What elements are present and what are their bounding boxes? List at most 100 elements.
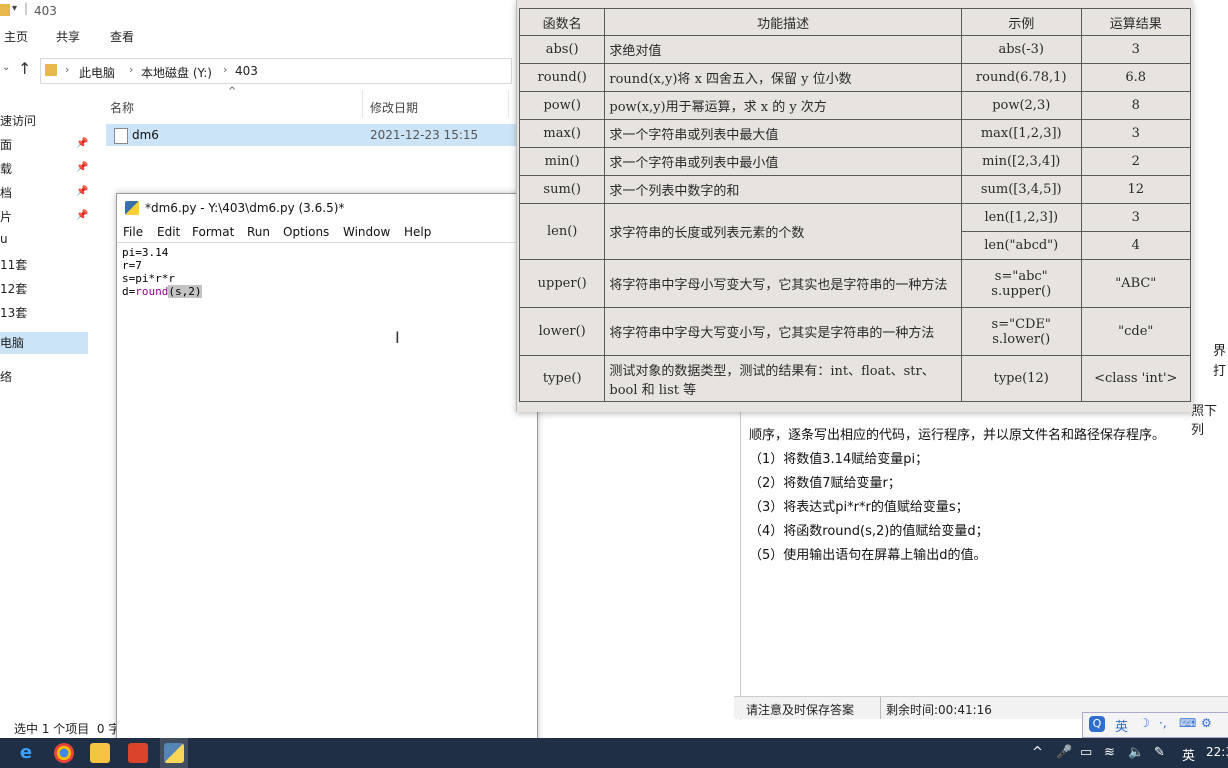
address-bar[interactable]: › 此电脑 › 本地磁盘 (Y:) › 403: [40, 58, 512, 84]
function-result: 6.8: [1080, 63, 1191, 92]
table-row: abs() 求绝对值 abs(-3) 3: [518, 35, 1191, 64]
ime-toolbar[interactable]: Q 英 ☽ ·, ⌨ ⚙: [1082, 712, 1228, 738]
function-example: s="abc" s.upper(): [960, 259, 1082, 308]
window-title: 403: [34, 4, 57, 18]
microphone-icon[interactable]: 🎤: [1056, 745, 1072, 760]
function-name: len(): [518, 203, 606, 260]
punctuation-icon[interactable]: ·,: [1159, 716, 1167, 730]
function-desc: 将字符串中字母小写变大写，它其实也是字符串的一种方法: [604, 259, 962, 308]
function-desc: 求字符串的长度或列表元素的个数: [604, 203, 962, 260]
table-row: min() 求一个字符串或列表中最小值 min([2,3,4]) 2: [518, 147, 1191, 176]
function-desc: pow(x,y)用于幂运算，求 x 的 y 次方: [604, 91, 962, 120]
nav-item[interactable]: 12套: [0, 280, 27, 297]
builtin-keyword: round: [135, 285, 169, 298]
quick-access-dropdown-icon[interactable]: ▾: [12, 3, 17, 14]
nav-item[interactable]: 载: [0, 160, 12, 177]
function-example: round(6.78,1): [960, 63, 1082, 92]
nav-item[interactable]: 络: [0, 368, 12, 385]
chrome-icon[interactable]: [54, 743, 74, 763]
table-row: upper() 将字符串中字母小写变大写，它其实也是字符串的一种方法 s="ab…: [518, 259, 1191, 308]
question-step: （5）使用输出语句在屏幕上输出d的值。: [749, 548, 987, 563]
menu-edit[interactable]: Edit: [157, 225, 180, 239]
clock[interactable]: 22:3: [1206, 745, 1228, 759]
code-editor[interactable]: pi=3.14 r=7 s=pi*r*r d=round(s,2): [122, 246, 202, 298]
nav-item[interactable]: 面: [0, 136, 12, 153]
function-example: pow(2,3): [960, 91, 1082, 120]
file-row[interactable]: dm6 2021-12-23 15:15: [106, 124, 516, 146]
tab-home[interactable]: 主页: [4, 28, 28, 45]
table-header: 功能描述: [604, 8, 962, 36]
menu-options[interactable]: Options: [283, 225, 329, 239]
reference-table-image: 函数名 功能描述 示例 运算结果 abs() 求绝对值 abs(-3) 3 ro…: [516, 0, 1193, 412]
column-date-header[interactable]: 修改日期: [370, 99, 418, 116]
idle-menubar: File Edit Format Run Options Window Help: [117, 222, 537, 243]
function-name: abs(): [518, 35, 606, 64]
function-result: 2: [1080, 147, 1191, 176]
app-icon[interactable]: [90, 743, 110, 763]
app-icon[interactable]: [128, 743, 148, 763]
table-row: round() round(x,y)将 x 四舍五入，保留 y 位小数 roun…: [518, 63, 1191, 92]
column-header-row: ^ 名称 修改日期: [106, 86, 526, 120]
chevron-up-icon[interactable]: ^: [1032, 745, 1043, 760]
breadcrumb-this-pc[interactable]: 此电脑: [79, 64, 115, 81]
nav-item[interactable]: 13套: [0, 304, 27, 321]
half-width-icon[interactable]: ☽: [1139, 716, 1150, 730]
code-line: pi=3.14: [122, 246, 169, 259]
example-line: s.upper(): [991, 283, 1052, 299]
tab-view[interactable]: 查看: [110, 28, 134, 45]
file-date: 2021-12-23 15:15: [370, 128, 479, 142]
menu-window[interactable]: Window: [343, 225, 390, 239]
table-header: 示例: [960, 8, 1082, 36]
volume-icon[interactable]: 🔈: [1128, 745, 1144, 760]
function-result: 3: [1080, 203, 1191, 232]
breadcrumb-folder[interactable]: 403: [235, 64, 258, 78]
status-text: 选中 1 个项目 0 字: [14, 722, 121, 736]
example-line: s="CDE": [991, 316, 1051, 332]
menu-file[interactable]: File: [123, 225, 143, 239]
settings-icon[interactable]: ⚙: [1201, 716, 1212, 730]
nav-item[interactable]: 速访问: [0, 112, 36, 129]
function-result: "ABC": [1080, 259, 1191, 308]
chevron-right-icon: ›: [65, 63, 70, 76]
nav-item[interactable]: 片: [0, 208, 12, 225]
nav-item[interactable]: 档: [0, 184, 12, 201]
tab-share[interactable]: 共享: [56, 28, 80, 45]
function-desc: 求一个字符串或列表中最大值: [604, 119, 962, 148]
function-desc: round(x,y)将 x 四舍五入，保留 y 位小数: [604, 63, 962, 92]
table-row: sum() 求一个列表中数字的和 sum([3,4,5]) 12: [518, 175, 1191, 204]
menu-run[interactable]: Run: [247, 225, 270, 239]
code-line: r=7: [122, 259, 142, 272]
keyboard-icon[interactable]: ⌨: [1179, 716, 1196, 730]
menu-format[interactable]: Format: [192, 225, 234, 239]
pin-icon: 📌: [76, 138, 89, 149]
table-row: max() 求一个字符串或列表中最大值 max([1,2,3]) 3: [518, 119, 1191, 148]
battery-icon[interactable]: ▭: [1080, 745, 1092, 760]
input-language[interactable]: 英: [1182, 745, 1195, 764]
function-example: sum([3,4,5]): [960, 175, 1082, 204]
up-arrow-icon[interactable]: ↑: [18, 59, 31, 78]
wifi-icon[interactable]: ≋: [1104, 745, 1115, 760]
ime-mode-label[interactable]: 英: [1115, 716, 1128, 735]
side-text: 打: [1213, 364, 1227, 379]
breadcrumb-drive[interactable]: 本地磁盘 (Y:): [141, 64, 212, 81]
table-row: pow() pow(x,y)用于幂运算，求 x 的 y 次方 pow(2,3) …: [518, 91, 1191, 120]
folder-icon: [0, 4, 10, 16]
chevron-right-icon: ›: [129, 63, 134, 76]
column-name-header[interactable]: 名称: [110, 99, 134, 116]
nav-item[interactable]: 11套: [0, 256, 27, 273]
edge-icon[interactable]: e: [16, 743, 36, 763]
question-step: （2）将数值7赋给变量r；: [749, 476, 901, 491]
nav-item[interactable]: u: [0, 232, 8, 246]
function-name: max(): [518, 119, 606, 148]
example-line: s="abc": [994, 268, 1048, 284]
nav-item-this-pc[interactable]: 电脑: [0, 332, 88, 354]
example-line: s.lower(): [992, 331, 1051, 347]
python-file-icon: [114, 128, 128, 144]
pen-icon[interactable]: ✎: [1154, 745, 1165, 760]
menu-help[interactable]: Help: [404, 225, 431, 239]
function-desc: 求绝对值: [604, 35, 962, 64]
taskbar: e ^ 🎤 ▭ ≋ 🔈 ✎ 英 22:3: [0, 738, 1228, 768]
function-example: min([2,3,4]): [960, 147, 1082, 176]
recent-locations-icon[interactable]: ⌄: [2, 62, 10, 73]
function-name: upper(): [518, 259, 606, 308]
